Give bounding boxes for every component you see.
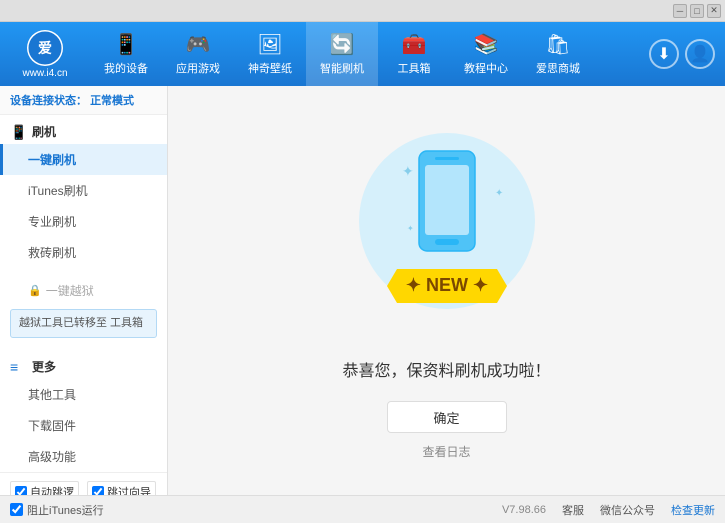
profile-btn[interactable]: 👤 xyxy=(685,39,715,69)
appgame-label: 应用游戏 xyxy=(176,60,220,76)
notice-text: 越狱工具已转移至 工具箱 xyxy=(19,317,143,329)
svg-text:✦ NEW ✦: ✦ NEW ✦ xyxy=(405,275,487,295)
mydevice-label: 我的设备 xyxy=(104,60,148,76)
status-bar-left: 阻止iTunes运行 xyxy=(10,502,104,518)
logo-svg: 爱 xyxy=(27,30,63,66)
status-bar: 阻止iTunes运行 V7.98.66 客服 微信公众号 检查更新 xyxy=(0,495,725,523)
minimize-btn[interactable]: ─ xyxy=(673,4,687,18)
more-section-icon: ≡ xyxy=(10,359,26,375)
sidebar-notice: 越狱工具已转移至 工具箱 xyxy=(10,309,157,338)
lock-icon: 🔒 xyxy=(28,284,42,297)
sidebar-item-advanced[interactable]: 高级功能 xyxy=(0,441,167,472)
version-label: V7.98.66 xyxy=(502,504,546,516)
flash-icon: 🔄 xyxy=(330,32,355,57)
tutorial-icon: 📚 xyxy=(474,32,499,57)
checkbox-auto-jump[interactable]: 自动跳逻 xyxy=(10,481,79,495)
nav-item-appgame[interactable]: 🎮 应用游戏 xyxy=(162,22,234,86)
nav-item-mydevice[interactable]: 📱 我的设备 xyxy=(90,22,162,86)
flash-section-title: 刷机 xyxy=(32,123,56,140)
nav-bar: 爱 www.i4.cn 📱 我的设备 🎮 应用游戏 🖼 神奇壁纸 🔄 智能刷机 xyxy=(0,22,725,86)
status-bar-right: V7.98.66 客服 微信公众号 检查更新 xyxy=(502,502,715,518)
status-value: 正常模式 xyxy=(90,95,134,107)
nav-item-tutorial[interactable]: 📚 教程中心 xyxy=(450,22,522,86)
wallpaper-icon: 🖼 xyxy=(257,32,282,57)
checkbox-skip-wizard[interactable]: 跳过向导 xyxy=(87,481,156,495)
toolbox-label: 工具箱 xyxy=(398,60,431,76)
tutorial-label: 教程中心 xyxy=(464,60,508,76)
stop-itunes-checkbox[interactable] xyxy=(10,503,23,516)
logo-text: www.i4.cn xyxy=(22,68,67,79)
log-link[interactable]: 查看日志 xyxy=(422,443,470,460)
app-window: 爱 www.i4.cn 📱 我的设备 🎮 应用游戏 🖼 神奇壁纸 🔄 智能刷机 xyxy=(0,22,725,523)
customer-service-link[interactable]: 客服 xyxy=(562,502,584,518)
wallpaper-label: 神奇壁纸 xyxy=(248,60,292,76)
download-btn[interactable]: ⬇ xyxy=(649,39,679,69)
sidebar-jailbreak-disabled: 🔒 一键越狱 xyxy=(0,276,167,305)
svg-text:爱: 爱 xyxy=(38,40,52,56)
app-body: 设备连接状态： 正常模式 📱 刷机 一键刷机 iTunes刷机 专业刷机 救砖刷… xyxy=(0,86,725,495)
sidebar-section-flash: 📱 刷机 xyxy=(0,115,167,144)
flash-label: 智能刷机 xyxy=(320,60,364,76)
success-title: 恭喜您，保资料刷机成功啦！ xyxy=(342,357,550,381)
sidebar-section-more: ≡ 更多 xyxy=(0,350,167,379)
wechat-link[interactable]: 微信公众号 xyxy=(600,502,655,518)
confirm-button[interactable]: 确定 xyxy=(387,401,507,433)
nav-item-shop[interactable]: 🛍 爱思商城 xyxy=(522,22,594,86)
check-update-link[interactable]: 检查更新 xyxy=(671,502,715,518)
logo-icon: 爱 xyxy=(27,30,63,66)
main-content: ✦ ✦ ✦ ✦ NEW ✦ 恭喜您，保资料刷机成功啦！ 确定 查看日志 xyxy=(168,86,725,495)
maximize-btn[interactable]: □ xyxy=(690,4,704,18)
svg-text:✦: ✦ xyxy=(495,188,503,199)
toolbox-icon: 🧰 xyxy=(402,32,427,57)
status-label: 设备连接状态： xyxy=(10,95,87,107)
sidebar-item-other[interactable]: 其他工具 xyxy=(0,379,167,410)
illustration-svg: ✦ ✦ ✦ ✦ NEW ✦ xyxy=(347,121,547,341)
svg-text:✦: ✦ xyxy=(407,224,414,233)
jailbreak-label: 一键越狱 xyxy=(46,282,94,299)
sidebar-status-bar: 设备连接状态： 正常模式 xyxy=(0,86,167,115)
nav-item-flash[interactable]: 🔄 智能刷机 xyxy=(306,22,378,86)
checkbox-skip-wizard-input[interactable] xyxy=(92,486,104,495)
sidebar-item-pro[interactable]: 专业刷机 xyxy=(0,206,167,237)
close-btn[interactable]: ✕ xyxy=(707,4,721,18)
checkbox-row: 自动跳逻 跳过向导 xyxy=(10,481,157,495)
sidebar-item-firmware[interactable]: 下载固件 xyxy=(0,410,167,441)
title-bar: ─ □ ✕ xyxy=(0,0,725,22)
sidebar-item-onekey[interactable]: 一键刷机 xyxy=(0,144,167,175)
device-panel: 自动跳逻 跳过向导 📱 iPhone 12 mini 64GB Down-12m… xyxy=(0,472,167,495)
sidebar: 设备连接状态： 正常模式 📱 刷机 一键刷机 iTunes刷机 专业刷机 救砖刷… xyxy=(0,86,168,495)
nav-items: 📱 我的设备 🎮 应用游戏 🖼 神奇壁纸 🔄 智能刷机 🧰 工具箱 📚 xyxy=(90,22,649,86)
app-logo: 爱 www.i4.cn xyxy=(10,30,80,79)
checkbox-auto-jump-label: 自动跳逻 xyxy=(30,484,74,495)
appgame-icon: 🎮 xyxy=(186,32,211,57)
nav-item-wallpaper[interactable]: 🖼 神奇壁纸 xyxy=(234,22,306,86)
checkbox-skip-wizard-label: 跳过向导 xyxy=(107,484,151,495)
svg-text:✦: ✦ xyxy=(402,163,414,179)
flash-section-icon: 📱 xyxy=(10,124,26,140)
stop-itunes-label: 阻止iTunes运行 xyxy=(27,502,104,518)
sidebar-item-itunes[interactable]: iTunes刷机 xyxy=(0,175,167,206)
mydevice-icon: 📱 xyxy=(114,32,139,57)
shop-icon: 🛍 xyxy=(545,32,570,57)
nav-item-toolbox[interactable]: 🧰 工具箱 xyxy=(378,22,450,86)
more-section-title: 更多 xyxy=(32,358,56,375)
sidebar-item-brick[interactable]: 救砖刷机 xyxy=(0,237,167,268)
checkbox-auto-jump-input[interactable] xyxy=(15,486,27,495)
nav-right: ⬇ 👤 xyxy=(649,39,715,69)
shop-label: 爱思商城 xyxy=(536,60,580,76)
success-illustration: ✦ ✦ ✦ ✦ NEW ✦ xyxy=(347,121,547,341)
